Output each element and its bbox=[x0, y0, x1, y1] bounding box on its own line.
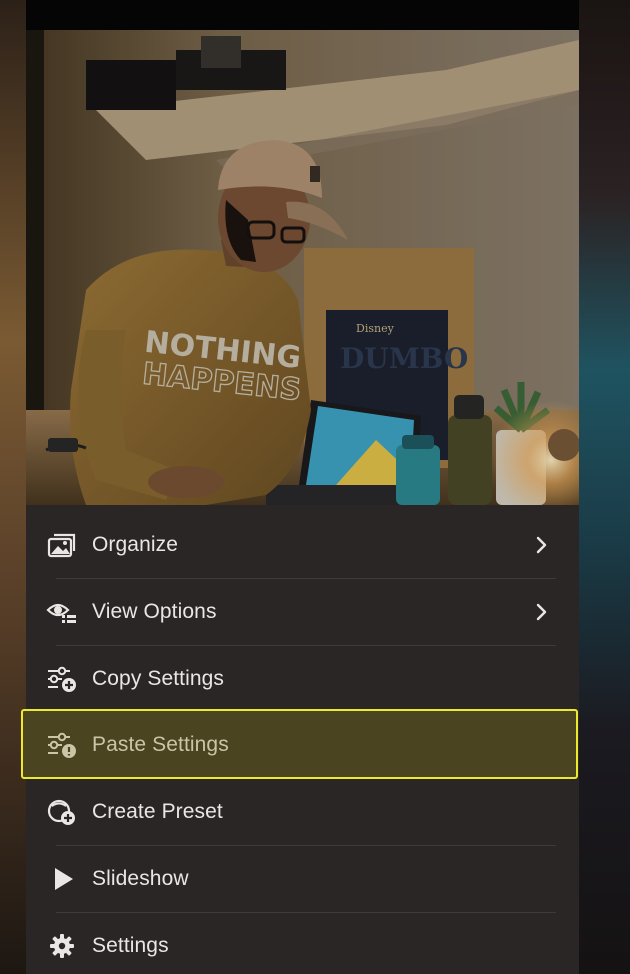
background-blur-right bbox=[579, 0, 630, 974]
play-icon bbox=[46, 863, 78, 895]
menu-item-label: Settings bbox=[92, 934, 169, 957]
photo-preview: Disney DUMBO NOTHING HAPPENS bbox=[26, 30, 579, 505]
background-blur-left bbox=[0, 0, 26, 974]
preset-plus-icon bbox=[46, 796, 78, 828]
menu-item-view-options[interactable]: View Options bbox=[26, 579, 579, 645]
sliders-paste-icon bbox=[46, 729, 78, 761]
menu-item-label: View Options bbox=[92, 600, 217, 623]
gear-icon bbox=[46, 930, 78, 962]
chevron-right-icon bbox=[531, 533, 551, 557]
eye-list-icon bbox=[46, 596, 78, 628]
menu-item-paste-settings[interactable]: Paste Settings bbox=[26, 712, 579, 778]
menu-item-create-preset[interactable]: Create Preset bbox=[26, 779, 579, 845]
chevron-right-icon bbox=[531, 600, 551, 624]
menu-item-label: Slideshow bbox=[92, 867, 189, 890]
menu-item-copy-settings[interactable]: Copy Settings bbox=[26, 646, 579, 712]
menu-item-label: Organize bbox=[92, 533, 179, 556]
sliders-plus-icon bbox=[46, 663, 78, 695]
menu-item-slideshow[interactable]: Slideshow bbox=[26, 846, 579, 912]
menu-item-organize[interactable]: Organize bbox=[26, 512, 579, 578]
app-screen: Disney DUMBO NOTHING HAPPENS Organize Vi… bbox=[0, 0, 630, 974]
menu-item-settings[interactable]: Settings bbox=[26, 913, 579, 974]
menu-item-label: Paste Settings bbox=[92, 733, 229, 756]
menu-item-label: Create Preset bbox=[92, 800, 223, 823]
top-bar bbox=[26, 0, 579, 30]
photo-stack-icon bbox=[46, 529, 78, 561]
photo-illustration: Disney DUMBO NOTHING HAPPENS bbox=[26, 30, 579, 505]
menu-item-label: Copy Settings bbox=[92, 667, 225, 690]
